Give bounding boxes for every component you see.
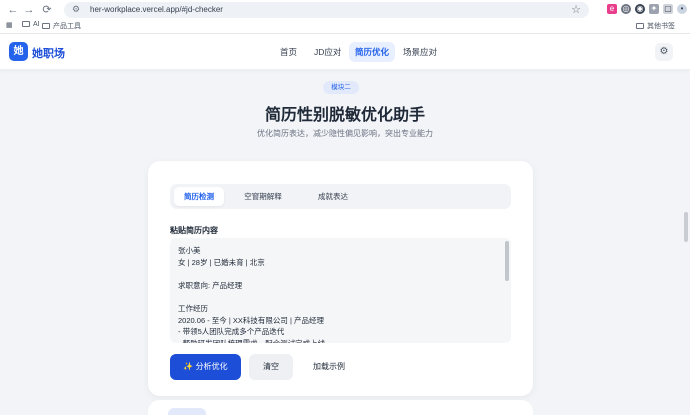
- nav-jd[interactable]: JD应对: [308, 42, 347, 62]
- url-text[interactable]: her-workplace.vercel.app/#jd-checker: [90, 5, 223, 14]
- profile-avatar[interactable]: •: [677, 4, 687, 14]
- next-card: [148, 400, 533, 415]
- tab-achievements[interactable]: 成就表达: [300, 187, 366, 206]
- logo-icon[interactable]: 她: [9, 42, 28, 61]
- address-bar[interactable]: ⚙ her-workplace.vercel.app/#jd-checker ☆: [64, 2, 589, 18]
- folder-icon: [42, 23, 50, 29]
- nav-scenarios[interactable]: 场景应对: [397, 42, 443, 62]
- bookmark-folder-ai[interactable]: AI: [22, 21, 40, 28]
- page-subtitle: 优化简历表达，减少隐性偏见影响，突出专业能力: [257, 129, 433, 138]
- extension-icon[interactable]: e: [607, 4, 617, 14]
- settings-gear-icon[interactable]: ⚙: [655, 43, 673, 61]
- app-header: 她 她职场 首页 JD应对 简历优化 场景应对 ⚙: [0, 34, 690, 70]
- app-name[interactable]: 她职场: [32, 45, 65, 61]
- bookmark-folder-tools[interactable]: 产品工具: [42, 21, 81, 31]
- page-scrollbar[interactable]: [684, 212, 688, 242]
- resume-input-label: 粘贴简历内容: [170, 226, 218, 235]
- extension-icon[interactable]: ◎: [621, 4, 631, 14]
- load-example-button[interactable]: 加载示例: [303, 354, 355, 380]
- clear-button[interactable]: 清空: [249, 354, 293, 380]
- page-title: 简历性别脱敏优化助手: [264, 107, 425, 124]
- extensions-puzzle-icon[interactable]: ✦: [649, 4, 659, 14]
- next-card-badge: [168, 408, 206, 415]
- tab-bar: 简历检测 空窗期解释 成就表达: [170, 184, 511, 209]
- analyze-button[interactable]: ✨ 分析优化: [170, 354, 241, 380]
- bookmarks-bar: ▦ AI 产品工具 其他书签: [0, 20, 690, 34]
- resume-textarea[interactable]: 张小美 女 | 28岁 | 已婚未育 | 北京 求职意向: 产品经理 工作经历 …: [170, 238, 511, 343]
- bookmark-star-icon[interactable]: ☆: [571, 3, 581, 16]
- folder-icon: [636, 23, 644, 29]
- other-bookmarks[interactable]: 其他书签: [636, 21, 675, 31]
- forward-icon[interactable]: →: [22, 3, 36, 17]
- apps-icon[interactable]: ▦: [6, 21, 13, 29]
- resume-text[interactable]: 张小美 女 | 28岁 | 已婚未育 | 北京 求职意向: 产品经理 工作经历 …: [178, 245, 498, 343]
- sparkle-icon: ✨: [183, 362, 196, 371]
- tab-resume-check[interactable]: 简历检测: [174, 187, 224, 206]
- folder-icon: [22, 21, 30, 27]
- textarea-scrollbar[interactable]: [505, 241, 509, 281]
- browser-chrome: ← → ⟳ ⚙ her-workplace.vercel.app/#jd-che…: [0, 0, 690, 34]
- tab-gap-explain[interactable]: 空窗期解释: [230, 187, 296, 206]
- reload-icon[interactable]: ⟳: [40, 3, 54, 17]
- resume-checker-card: 简历检测 空窗期解释 成就表达 粘贴简历内容 张小美 女 | 28岁 | 已婚未…: [148, 161, 533, 396]
- module-badge: 模块二: [323, 81, 359, 94]
- extension-icon[interactable]: ◉: [635, 4, 645, 14]
- back-icon[interactable]: ←: [6, 3, 20, 17]
- sidebar-icon[interactable]: ▢: [663, 4, 673, 14]
- nav-resume[interactable]: 简历优化: [349, 42, 396, 62]
- site-info-icon[interactable]: ⚙: [72, 4, 80, 15]
- nav-home[interactable]: 首页: [274, 42, 303, 62]
